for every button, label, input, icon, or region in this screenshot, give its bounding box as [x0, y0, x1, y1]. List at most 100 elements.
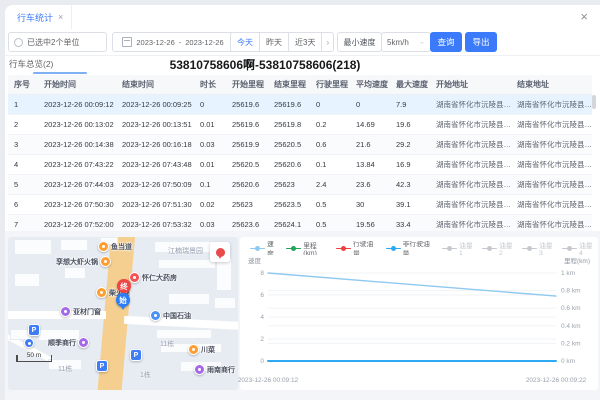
map-poi[interactable]: 亚材门窗: [60, 306, 101, 317]
table-scrollbar[interactable]: [592, 95, 596, 109]
map-poi[interactable]: 川菜: [188, 344, 215, 355]
unit-select[interactable]: 已选中2个单位: [8, 32, 107, 52]
last-3-days-button[interactable]: 近3天: [288, 32, 322, 52]
map-area-label: 江楠瑞景园: [168, 246, 203, 256]
legend-item[interactable]: 油量1: [442, 241, 476, 255]
poi-label: 鱼当道: [111, 242, 132, 252]
track-map[interactable]: 鱼当道孪想大虾火锅江楠瑞景园怀仁大药房柴火商终始亚材门窗中国石油顺季商行PPP川…: [8, 237, 238, 390]
parking-icon[interactable]: P: [96, 360, 108, 372]
trip-chart-panel: 速度里程(km)行驶油量非行驶油量油量1油量2油量3油量4 速度 里程(km) …: [240, 237, 598, 390]
table-cell: 7.9: [390, 95, 430, 115]
chevron-down-icon: ⌄: [419, 39, 425, 45]
table-cell: 0.03: [194, 135, 226, 155]
table-cell: 6: [8, 195, 38, 215]
table-cell: 23.6: [350, 175, 390, 195]
poi-icon: [100, 256, 111, 267]
table-cell: 湖南省怀化市沅陵县沅...: [511, 95, 592, 115]
column-header: 平均速度: [350, 75, 390, 95]
legend-marker-icon: [482, 245, 497, 252]
table-row[interactable]: 52023-12-26 07:44:032023-12-26 07:50:090…: [8, 175, 592, 195]
legend-label: 油量2: [499, 241, 516, 255]
table-cell: 33.4: [390, 215, 430, 232]
svg-text:4: 4: [260, 314, 264, 321]
table-row[interactable]: 22023-12-26 00:13:022023-12-26 00:13:510…: [8, 115, 592, 135]
column-header: 结束里程: [268, 75, 310, 95]
more-ranges-arrow[interactable]: ›: [321, 32, 334, 52]
poi-label: 中国石油: [163, 311, 191, 321]
map-poi[interactable]: 雨南商行: [194, 364, 235, 375]
table-cell: 2023-12-26 07:51:30: [116, 195, 194, 215]
export-button[interactable]: 导出: [465, 32, 497, 52]
map-poi[interactable]: 鱼当道: [98, 241, 132, 252]
table-cell: 3: [8, 135, 38, 155]
pin-icon: [216, 248, 225, 257]
table-cell: 25619.6: [226, 95, 268, 115]
table-cell: 0.01: [194, 155, 226, 175]
table-row[interactable]: 72023-12-26 07:52:002023-12-26 07:53:320…: [8, 215, 592, 232]
legend-item[interactable]: 里程(km): [286, 241, 330, 255]
svg-text:8: 8: [260, 270, 264, 277]
tab-close-icon[interactable]: ×: [58, 12, 63, 22]
map-area-label: 11栋: [58, 364, 72, 374]
svg-text:0.4 km: 0.4 km: [561, 323, 581, 330]
table-cell: 2023-12-26 00:09:25: [116, 95, 194, 115]
tab-driving-stats[interactable]: 行车统计 ×: [9, 5, 72, 29]
legend-item[interactable]: 非行驶油量: [386, 241, 436, 255]
date-range-input[interactable]: 2023-12-26 - 2023-12-26: [112, 32, 234, 52]
map-poi[interactable]: 孪想大虾火锅: [56, 256, 111, 267]
min-speed-select[interactable]: 5km/h ⌄: [381, 32, 431, 52]
map-poi[interactable]: 怀仁大药房: [129, 272, 177, 283]
table-row[interactable]: 32023-12-26 00:14:382023-12-26 00:16:180…: [8, 135, 592, 155]
table-cell: 0.5: [310, 215, 350, 232]
table-cell: 2023-12-26 07:43:22: [38, 155, 116, 175]
table-row[interactable]: 12023-12-26 00:09:122023-12-26 00:09:250…: [8, 95, 592, 115]
poi-icon: [96, 287, 107, 298]
map-locate-control[interactable]: [210, 242, 230, 262]
legend-marker-icon: [386, 245, 401, 252]
table-cell: 2023-12-26 07:52:00: [38, 215, 116, 232]
x-axis-start-label: 2023-12-26 00:09:12: [238, 377, 298, 384]
min-speed-value: 5km/h: [387, 38, 409, 47]
table-cell: 0.5: [310, 195, 350, 215]
svg-text:0 km: 0 km: [561, 358, 575, 365]
table-cell: 16.9: [390, 155, 430, 175]
tab-trip-overview[interactable]: 行车总览(2): [9, 58, 53, 70]
legend-marker-icon: [286, 245, 301, 252]
table-cell: 25620.5: [226, 155, 268, 175]
svg-text:0: 0: [260, 358, 264, 365]
table-cell: 湖南省怀化市沅陵县沅...: [511, 135, 592, 155]
date-start: 2023-12-26: [136, 38, 174, 47]
unit-select-icon: [14, 38, 23, 47]
query-button[interactable]: 查询: [430, 32, 462, 52]
legend-item[interactable]: 油量2: [482, 241, 516, 255]
parking-icon[interactable]: P: [130, 349, 142, 361]
poi-label: 雨南商行: [207, 365, 235, 375]
quick-range-group: 今天 昨天 近3天 ›: [230, 32, 334, 52]
start-pin-marker[interactable]: 始: [116, 293, 130, 307]
date-end: 2023-12-26: [185, 38, 223, 47]
yesterday-button[interactable]: 昨天: [259, 32, 289, 52]
trip-table-wrap: 序号开始时间结束时间时长开始里程结束里程行驶里程平均速度最大速度开始地址结束地址…: [8, 75, 597, 231]
chart-legend: 速度里程(km) 行驶油量非行驶油量油量1 油量2 油量3 油量4: [250, 241, 596, 255]
legend-item[interactable]: 行驶油量: [336, 241, 380, 255]
parking-icon[interactable]: P: [28, 324, 40, 336]
min-speed-label: 最小速度: [337, 32, 382, 52]
table-cell: 0.6: [310, 135, 350, 155]
poi-label: 川菜: [201, 345, 215, 355]
today-button[interactable]: 今天: [230, 32, 260, 52]
map-poi[interactable]: 中国石油: [150, 310, 191, 321]
table-cell: 湖南省怀化市沅陵县沅...: [511, 155, 592, 175]
end-pin-marker[interactable]: 终: [117, 279, 131, 293]
legend-item[interactable]: 速度: [250, 241, 280, 255]
map-poi[interactable]: 顺季商行: [48, 337, 89, 348]
svg-text:0.2 km: 0.2 km: [561, 340, 581, 347]
legend-item[interactable]: 油量3: [522, 241, 556, 255]
panel-close-icon[interactable]: ×: [580, 9, 588, 24]
legend-item[interactable]: 油量4: [562, 241, 596, 255]
poi-dot-icon[interactable]: [24, 338, 34, 348]
active-tab-indicator: [33, 72, 87, 74]
table-row[interactable]: 42023-12-26 07:43:222023-12-26 07:43:480…: [8, 155, 592, 175]
table-cell: 25619.8: [268, 115, 310, 135]
table-row[interactable]: 62023-12-26 07:50:302023-12-26 07:51:300…: [8, 195, 592, 215]
table-cell: 2023-12-26 07:44:03: [38, 175, 116, 195]
